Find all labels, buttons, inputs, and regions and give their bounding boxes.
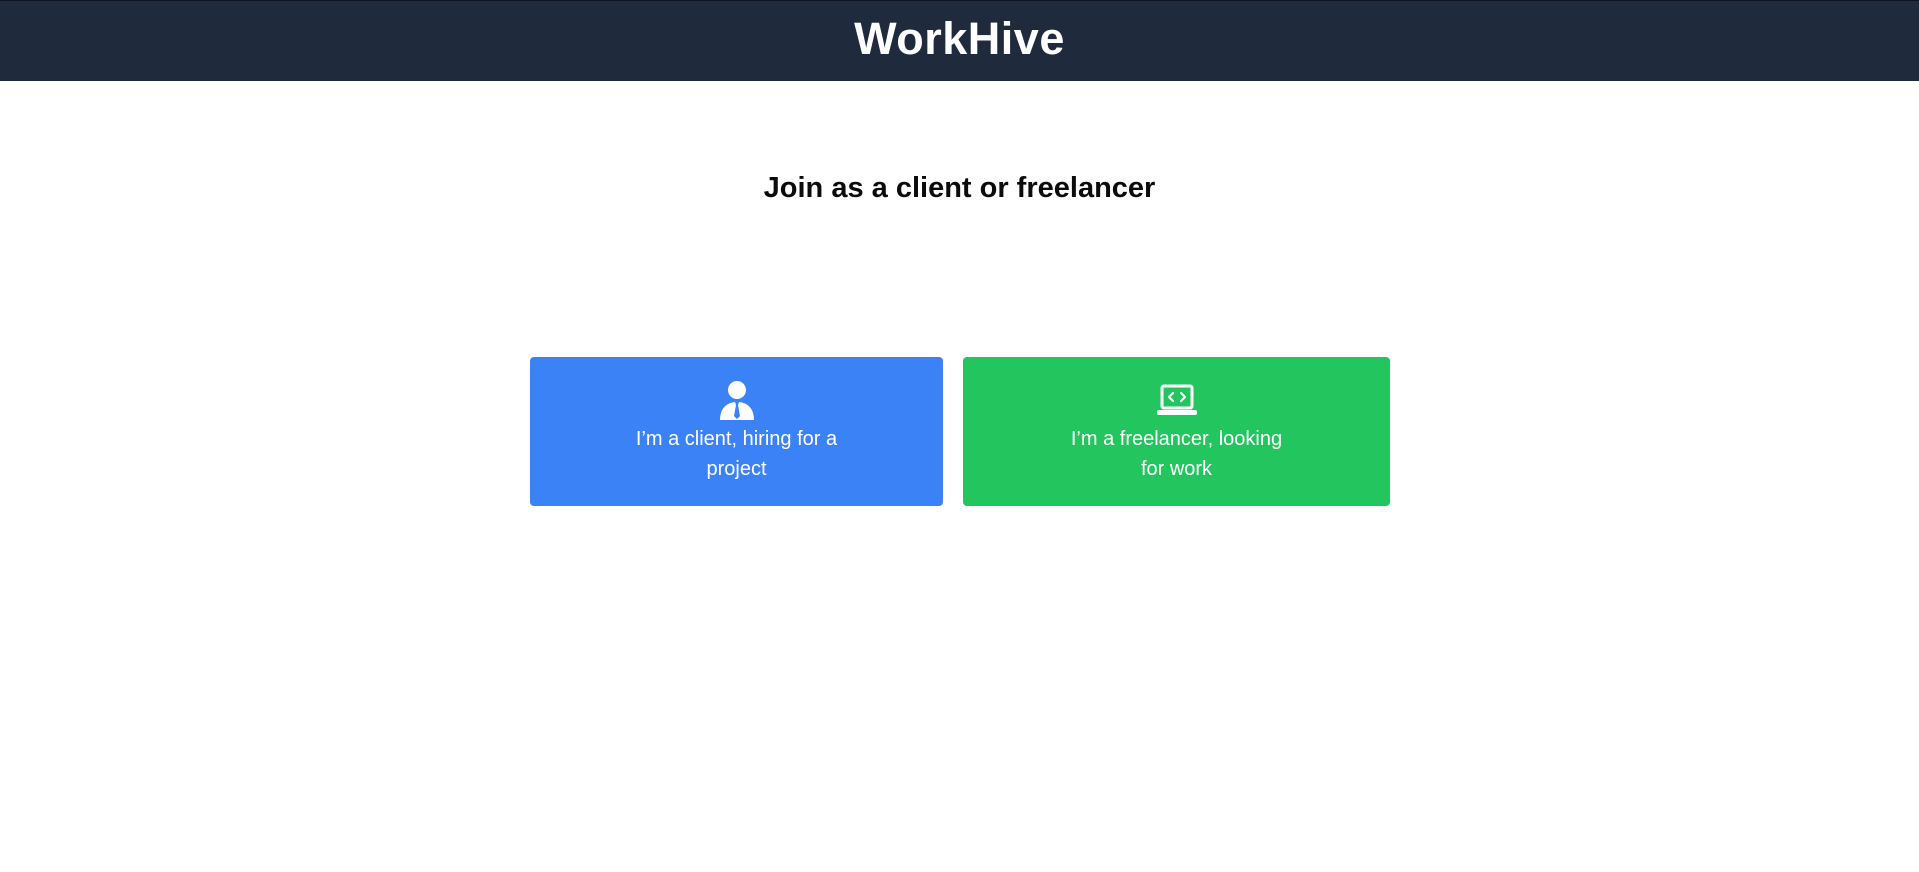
brand-logo-text[interactable]: WorkHive [854,13,1065,65]
user-tie-icon [719,381,754,420]
laptop-code-icon [1156,384,1197,415]
freelancer-role-label: I’m a freelancer, looking for work [1070,428,1283,480]
freelancer-role-button[interactable]: I’m a freelancer, looking for work [963,357,1390,506]
client-role-button[interactable]: I’m a client, hiring for a project [530,357,943,506]
client-role-label: I’m a client, hiring for a project [635,428,838,480]
page-title: Join as a client or freelancer [763,172,1156,204]
top-header: WorkHive [0,0,1919,81]
